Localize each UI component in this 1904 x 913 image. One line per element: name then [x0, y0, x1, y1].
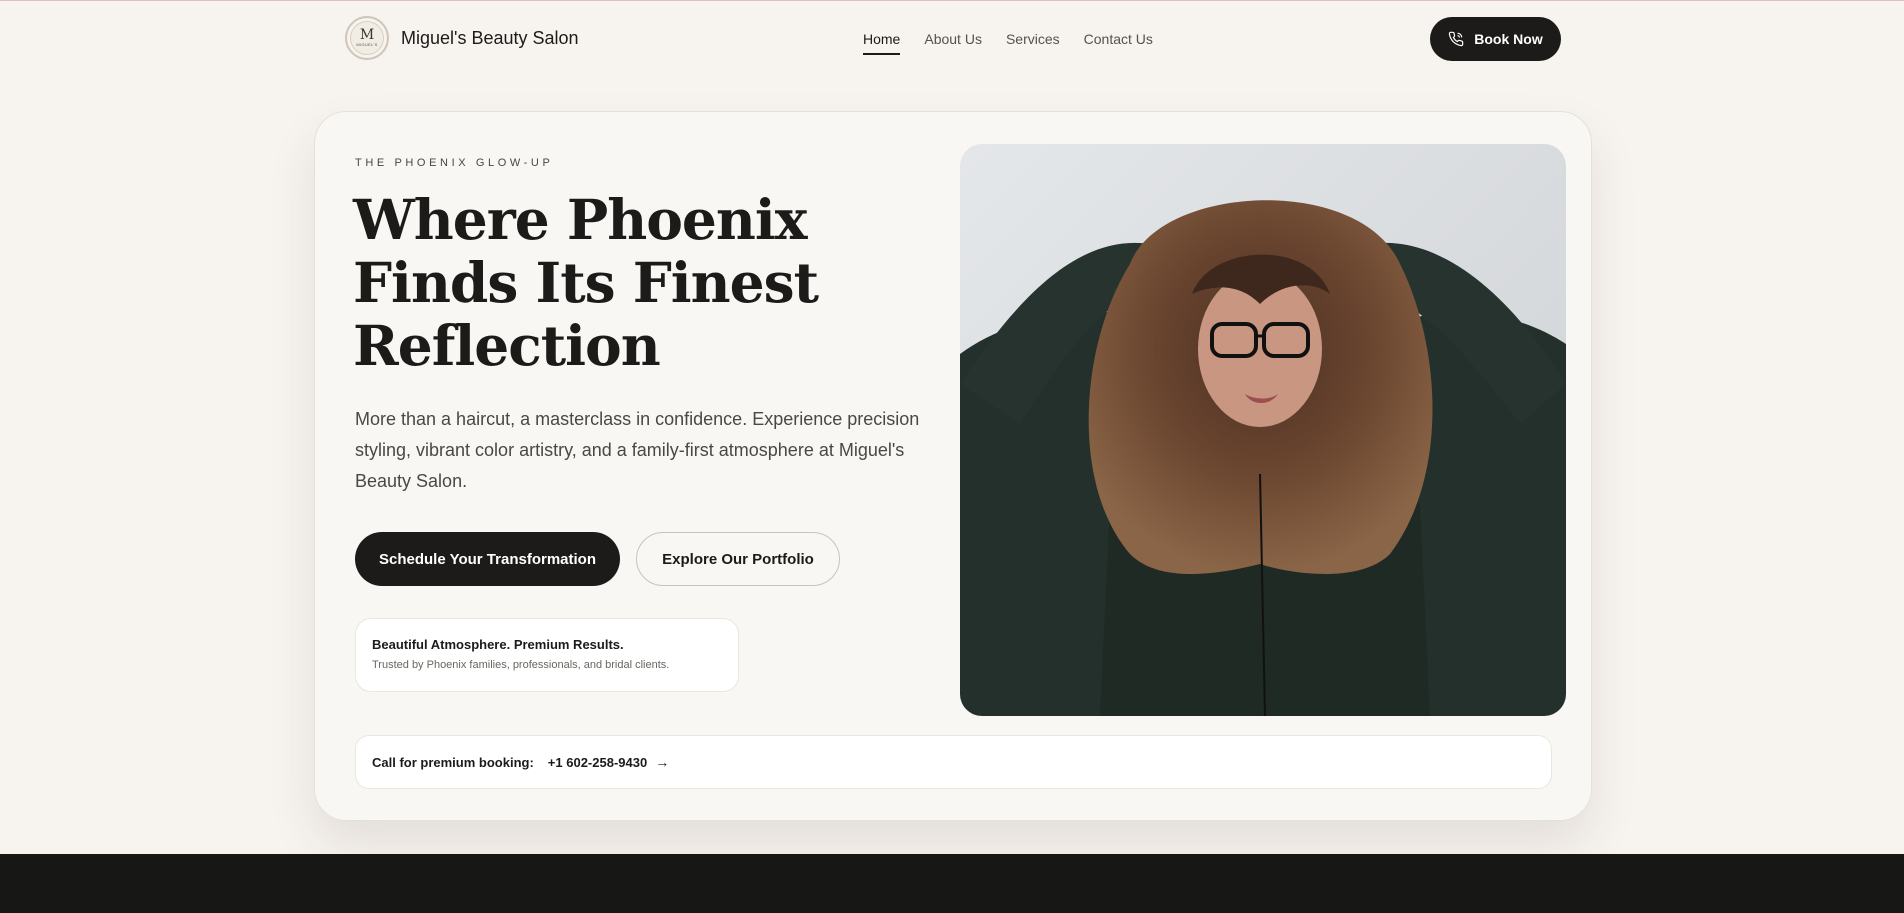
- phone-icon: [1449, 31, 1464, 47]
- schedule-transformation-button[interactable]: Schedule Your Transformation: [355, 532, 620, 586]
- brand-link[interactable]: M MIGUEL'S Miguel's Beauty Salon: [345, 16, 579, 60]
- logo-monogram: M: [359, 27, 375, 43]
- trust-card: Beautiful Atmosphere. Premium Results. T…: [355, 618, 739, 692]
- book-now-button[interactable]: Book Now: [1430, 17, 1561, 61]
- salon-logo: M MIGUEL'S: [345, 16, 389, 60]
- trust-subtitle: Trusted by Phoenix families, professiona…: [372, 659, 670, 671]
- logo-text: MIGUEL'S: [356, 42, 378, 47]
- nav-services[interactable]: Services: [1006, 31, 1060, 55]
- dark-footer-band: [0, 854, 1904, 913]
- hero-photo: [960, 144, 1566, 716]
- main-nav: Home About Us Services Contact Us: [863, 31, 1153, 55]
- phone-number-link[interactable]: +1 602-258-9430: [548, 755, 647, 770]
- arrow-right-icon: →: [655, 754, 670, 770]
- call-label: Call for premium booking:: [372, 754, 534, 770]
- hero-eyebrow: THE PHOENIX GLOW-UP: [355, 157, 554, 169]
- model-portrait-image: [960, 200, 1566, 716]
- book-now-label: Book Now: [1474, 31, 1543, 47]
- hero-description: More than a haircut, a masterclass in co…: [355, 409, 920, 491]
- headline-line-1: Where Phoenix: [353, 187, 808, 252]
- trust-title: Beautiful Atmosphere. Premium Results.: [372, 637, 624, 652]
- call-booking-bar[interactable]: Call for premium booking: +1 602-258-943…: [355, 735, 1552, 789]
- nav-home[interactable]: Home: [863, 31, 901, 55]
- hero-headline: Where Phoenix Finds Its Finest Reflectio…: [353, 188, 873, 377]
- hero-card: THE PHOENIX GLOW-UP Where Phoenix Finds …: [314, 111, 1592, 821]
- site-header: M MIGUEL'S Miguel's Beauty Salon Home Ab…: [0, 0, 1904, 78]
- nav-contact-us[interactable]: Contact Us: [1084, 31, 1153, 55]
- headline-line-2: Finds Its Finest: [353, 250, 819, 315]
- nav-about-us[interactable]: About Us: [924, 31, 982, 55]
- headline-line-3: Reflection: [353, 313, 661, 378]
- explore-portfolio-button[interactable]: Explore Our Portfolio: [636, 532, 840, 586]
- brand-name: Miguel's Beauty Salon: [401, 27, 579, 48]
